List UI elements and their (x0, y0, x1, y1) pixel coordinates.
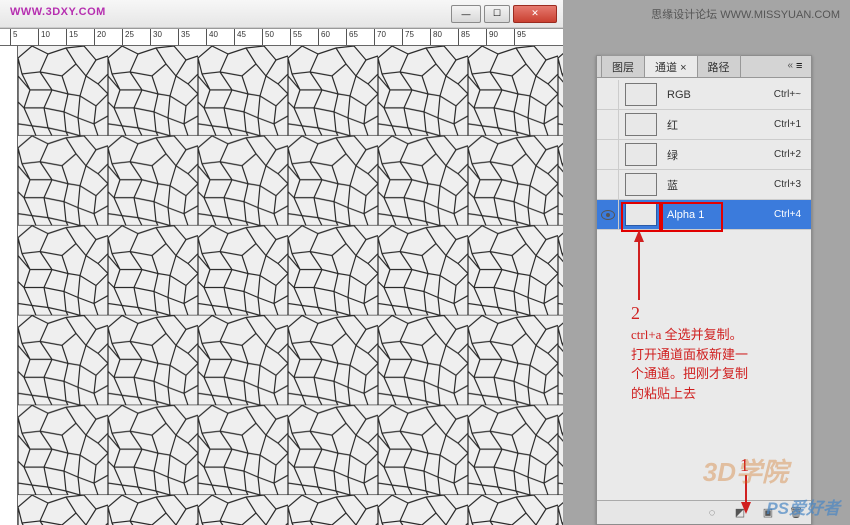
channel-name: 绿 (657, 147, 774, 163)
visibility-toggle[interactable] (597, 170, 619, 199)
channel-shortcut: Ctrl+4 (774, 209, 811, 220)
channel-row-green[interactable]: 绿 Ctrl+2 (597, 140, 811, 170)
panel-tabs: 图层 通道 × 路径 « ≡ (597, 56, 811, 78)
channel-thumb (625, 83, 657, 106)
tab-channels[interactable]: 通道 × (644, 55, 698, 77)
channel-name: 蓝 (657, 177, 774, 193)
channel-thumb (625, 173, 657, 196)
visibility-toggle[interactable] (597, 80, 619, 109)
annotation-number-2: 2 (631, 300, 640, 327)
channel-name: Alpha 1 (657, 209, 774, 221)
minimize-button[interactable]: — (451, 5, 481, 23)
channel-shortcut: Ctrl+1 (774, 119, 811, 130)
channel-list: RGB Ctrl+~ 红 Ctrl+1 绿 Ctrl+2 蓝 Ctrl+3 Al… (597, 78, 811, 230)
maximize-button[interactable]: ☐ (484, 5, 510, 23)
channel-shortcut: Ctrl+~ (774, 89, 811, 100)
eye-icon (601, 210, 615, 220)
document-window: — ☐ ✕ 5 10 15 20 25 30 35 40 45 50 55 60… (0, 0, 563, 525)
channel-row-blue[interactable]: 蓝 Ctrl+3 (597, 170, 811, 200)
canvas[interactable] (18, 46, 563, 525)
visibility-toggle[interactable] (597, 110, 619, 139)
channel-row-red[interactable]: 红 Ctrl+1 (597, 110, 811, 140)
watermark-top-left: WWW.3DXY.COM (10, 6, 106, 18)
channel-name: 红 (657, 117, 774, 133)
channel-name: RGB (657, 89, 774, 101)
tab-paths[interactable]: 路径 (697, 55, 741, 77)
voronoi-texture (18, 46, 563, 525)
panel-collapse-icon[interactable]: « (787, 60, 793, 71)
watermark-3d: 3D学院 (703, 452, 788, 489)
load-selection-icon[interactable]: ◌ (701, 504, 723, 522)
channel-thumb (625, 113, 657, 136)
channel-shortcut: Ctrl+3 (774, 179, 811, 190)
horizontal-ruler: 5 10 15 20 25 30 35 40 45 50 55 60 65 70… (0, 28, 563, 46)
channel-shortcut: Ctrl+2 (774, 149, 811, 160)
vertical-ruler (0, 46, 18, 525)
channel-thumb (625, 143, 657, 166)
channel-row-rgb[interactable]: RGB Ctrl+~ (597, 80, 811, 110)
visibility-toggle[interactable] (597, 140, 619, 169)
watermark-bottom-right: PS爱好者 (766, 494, 840, 519)
channel-thumb (625, 203, 657, 226)
annotation-instruction: ctrl+a 全选并复制。打开通道面板新建一个通道。把刚才复制的粘贴上去 (631, 325, 751, 403)
tab-layers[interactable]: 图层 (601, 55, 645, 77)
watermark-top-right: 思缘设计论坛 WWW.MISSYUAN.COM (651, 6, 840, 22)
channel-row-alpha1[interactable]: Alpha 1 Ctrl+4 (597, 200, 811, 230)
close-button[interactable]: ✕ (513, 5, 557, 23)
save-mask-icon[interactable]: ◩ (729, 504, 751, 522)
ruler-tick: 95 (514, 29, 563, 45)
panel-menu-icon[interactable]: ≡ (796, 60, 807, 71)
visibility-toggle[interactable] (597, 200, 619, 229)
